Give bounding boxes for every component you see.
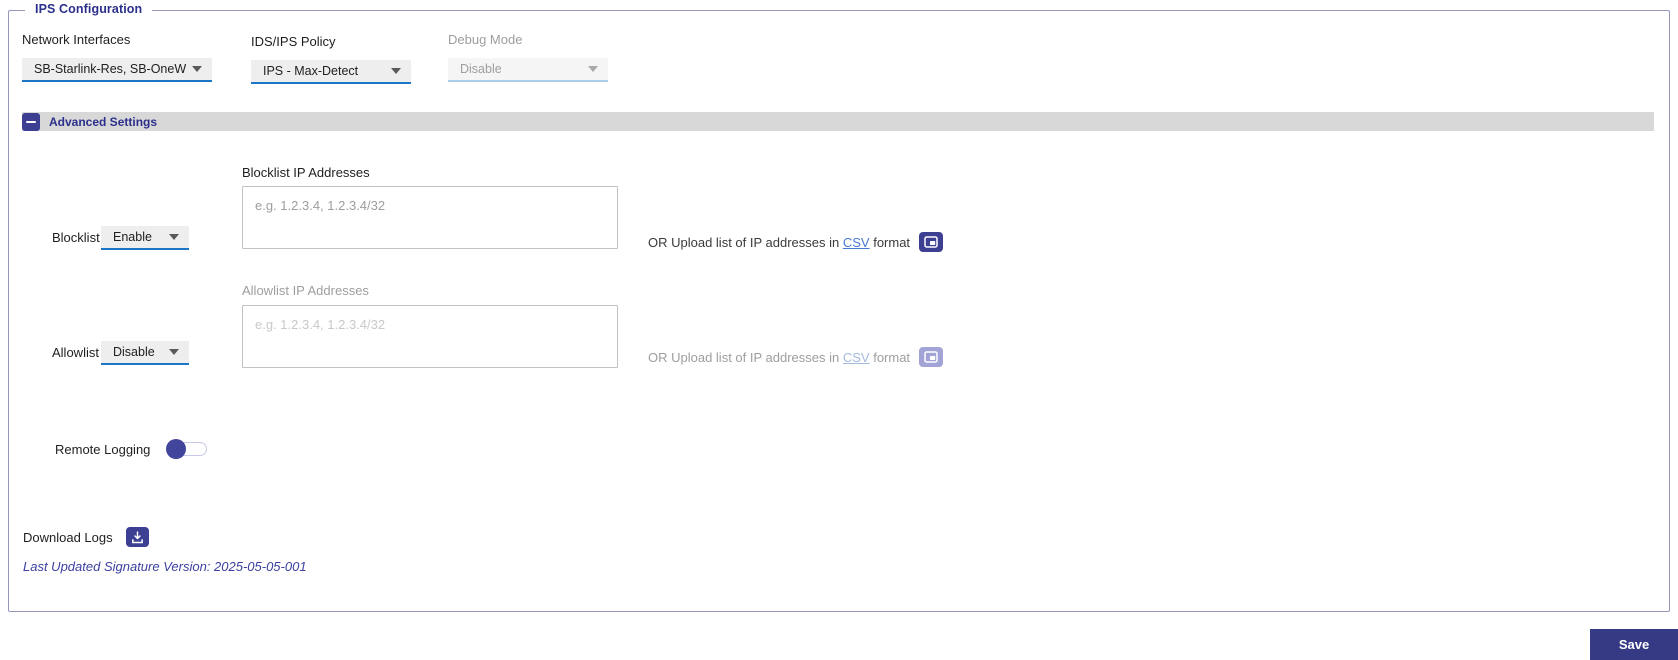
remote-logging-row: Remote Logging bbox=[55, 439, 210, 459]
download-logs-row: Download Logs bbox=[23, 527, 149, 547]
chevron-down-icon bbox=[192, 66, 202, 72]
advanced-settings-title: Advanced Settings bbox=[49, 114, 158, 129]
allowlist-csv-link: CSV bbox=[842, 349, 870, 365]
panel-legend: IPS Configuration bbox=[25, 2, 153, 16]
field-network-interfaces: Network Interfaces SB-Starlink-Res, SB-O… bbox=[22, 32, 212, 82]
blocklist-ip-addresses-label: Blocklist IP Addresses bbox=[242, 165, 370, 180]
network-interfaces-select[interactable]: SB-Starlink-Res, SB-OneWebb bbox=[22, 58, 212, 82]
allowlist-state-select[interactable]: Disable bbox=[101, 341, 189, 365]
download-logs-button[interactable] bbox=[125, 527, 149, 547]
field-ids-ips-policy: IDS/IPS Policy IPS - Max-Detect bbox=[251, 34, 411, 84]
debug-mode-value: Disable bbox=[460, 62, 502, 76]
allowlist-upload-csv-button bbox=[919, 347, 944, 367]
ips-configuration-panel: IPS Configuration Network Interfaces SB-… bbox=[8, 2, 1670, 612]
upload-text-suffix: format bbox=[869, 349, 911, 365]
blocklist-state-value: Enable bbox=[113, 230, 152, 244]
upload-text-prefix: OR Upload list of IP addresses in bbox=[648, 234, 843, 250]
chevron-down-icon bbox=[169, 349, 179, 355]
blocklist-label: Blocklist bbox=[52, 230, 100, 245]
remote-logging-label: Remote Logging bbox=[55, 441, 151, 457]
toggle-knob bbox=[166, 439, 187, 459]
allowlist-label: Allowlist bbox=[52, 345, 99, 360]
allowlist-upload-row: OR Upload list of IP addresses in CSV fo… bbox=[648, 345, 944, 369]
minus-icon bbox=[26, 120, 36, 123]
blocklist-state-select[interactable]: Enable bbox=[101, 226, 189, 250]
save-button[interactable]: Save bbox=[1590, 629, 1678, 660]
debug-mode-label: Debug Mode bbox=[448, 32, 523, 47]
field-debug-mode: Debug Mode Disable bbox=[448, 32, 608, 82]
upload-text-prefix: OR Upload list of IP addresses in bbox=[648, 349, 843, 365]
upload-file-icon bbox=[924, 351, 938, 363]
download-icon bbox=[131, 530, 143, 543]
network-interfaces-value: SB-Starlink-Res, SB-OneWebb bbox=[34, 62, 186, 76]
field-blocklist-state: Enable bbox=[101, 226, 189, 250]
chevron-down-icon bbox=[169, 234, 179, 240]
chevron-down-icon bbox=[391, 68, 401, 74]
upload-file-icon bbox=[924, 236, 938, 248]
network-interfaces-label: Network Interfaces bbox=[22, 32, 131, 47]
debug-mode-select: Disable bbox=[448, 58, 608, 82]
field-allowlist-state: Disable bbox=[101, 341, 189, 365]
chevron-down-icon bbox=[588, 66, 598, 72]
allowlist-ip-addresses-textarea bbox=[242, 305, 618, 368]
advanced-settings-header: Advanced Settings bbox=[22, 112, 1654, 131]
ids-ips-policy-value: IPS - Max-Detect bbox=[263, 64, 359, 78]
blocklist-ip-addresses-textarea[interactable] bbox=[242, 186, 618, 249]
collapse-advanced-settings-button[interactable] bbox=[22, 112, 40, 131]
blocklist-csv-link[interactable]: CSV bbox=[843, 235, 870, 250]
ids-ips-policy-label: IDS/IPS Policy bbox=[251, 34, 336, 49]
allowlist-state-value: Disable bbox=[113, 345, 155, 359]
upload-text-suffix: format bbox=[869, 234, 911, 250]
signature-version-note: Last Updated Signature Version: 2025-05-… bbox=[23, 559, 307, 574]
download-logs-label: Download Logs bbox=[23, 529, 113, 545]
ids-ips-policy-select[interactable]: IPS - Max-Detect bbox=[251, 60, 411, 84]
allowlist-ip-addresses-label: Allowlist IP Addresses bbox=[242, 283, 369, 298]
blocklist-upload-row: OR Upload list of IP addresses in CSV fo… bbox=[648, 230, 944, 254]
remote-logging-toggle[interactable] bbox=[166, 439, 210, 459]
blocklist-upload-csv-button[interactable] bbox=[919, 232, 944, 252]
